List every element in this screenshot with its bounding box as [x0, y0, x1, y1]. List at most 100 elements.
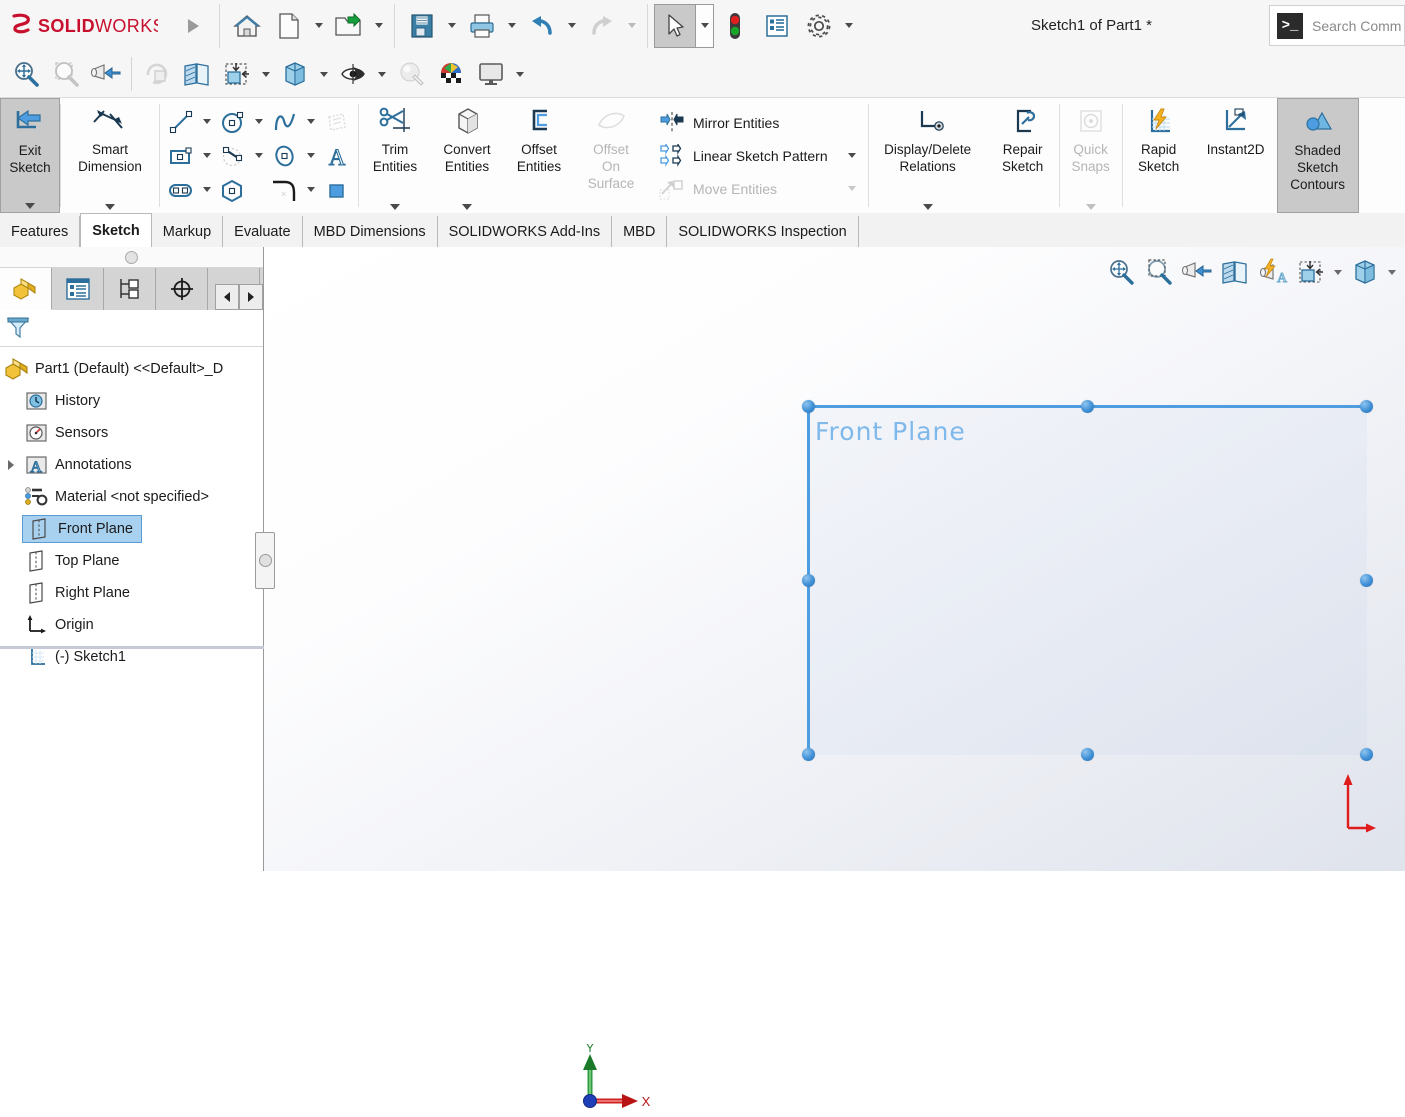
arc-caret[interactable]: [250, 139, 268, 173]
save-icon[interactable]: [401, 4, 443, 48]
convert-entities-button[interactable]: Convert Entities: [431, 98, 503, 213]
offset-entities-button[interactable]: Offset Entities: [503, 98, 575, 213]
text-icon[interactable]: A: [320, 139, 354, 173]
fillet-caret[interactable]: [302, 173, 320, 207]
viewport-caret[interactable]: [511, 52, 529, 96]
select-arrow-icon[interactable]: [654, 3, 696, 48]
front-plane-handle-top-left[interactable]: [802, 400, 815, 413]
tree-item-material[interactable]: Material <not specified>: [0, 481, 263, 513]
panel-grip-dot[interactable]: [125, 250, 138, 264]
front-plane-handle-bottom-center[interactable]: [1081, 748, 1094, 761]
viewport-icon[interactable]: [471, 53, 511, 95]
view-orientation-icon[interactable]: [217, 53, 257, 95]
circle-icon[interactable]: [216, 105, 250, 139]
zoom-to-area-icon[interactable]: [46, 53, 86, 95]
display-style-icon[interactable]: [1346, 252, 1384, 292]
shaded-sketch-contours-button[interactable]: Shaded Sketch Contours: [1276, 98, 1359, 213]
spline-icon[interactable]: [268, 105, 302, 139]
tab-evaluate[interactable]: Evaluate: [223, 216, 303, 247]
new-document-icon[interactable]: [268, 4, 310, 48]
configuration-manager-tab[interactable]: [104, 268, 156, 310]
panel-grip[interactable]: [0, 247, 263, 268]
polygon-icon[interactable]: [216, 173, 250, 207]
front-plane-handle-top-center[interactable]: [1081, 400, 1094, 413]
trim-entities-button[interactable]: Trim Entities: [359, 98, 431, 213]
search-input[interactable]: Search Comm: [1312, 18, 1401, 34]
tree-item-front-plane[interactable]: Front Plane: [0, 513, 263, 545]
tree-item-sensors[interactable]: Sensors: [0, 417, 263, 449]
display-delete-relations-dropdown[interactable]: [869, 204, 987, 210]
display-delete-relations-button[interactable]: Display/Delete Relations: [869, 98, 987, 213]
zoom-to-area-icon[interactable]: [1140, 252, 1178, 292]
hide-show-items-icon[interactable]: [333, 53, 373, 95]
rectangle-caret[interactable]: [198, 139, 216, 173]
tab-solidworks-add-ins[interactable]: SOLIDWORKS Add-Ins: [437, 216, 613, 247]
tree-item-top-plane[interactable]: Top Plane: [0, 545, 263, 577]
slot-icon[interactable]: [164, 173, 198, 207]
panel-tab-prev-button[interactable]: [215, 284, 239, 310]
trim-entities-dropdown[interactable]: [359, 204, 431, 210]
save-caret[interactable]: [443, 4, 461, 48]
display-style-icon[interactable]: [275, 53, 315, 95]
zoom-to-fit-icon[interactable]: [6, 53, 46, 95]
slot-caret[interactable]: [198, 173, 216, 207]
linear-sketch-pattern-button[interactable]: Linear Sketch Pattern: [657, 139, 862, 172]
display-style-caret[interactable]: [315, 52, 333, 96]
front-plane-handle-mid-left[interactable]: [802, 574, 815, 587]
rebuild-view-icon[interactable]: [137, 53, 177, 95]
tree-item-annotations[interactable]: A Annotations: [0, 449, 263, 481]
view-orientation-caret[interactable]: [1330, 252, 1346, 292]
instant2d-button[interactable]: Instant2D: [1195, 98, 1277, 213]
fillet-icon[interactable]: ×: [268, 173, 302, 207]
tree-splitter[interactable]: [0, 646, 264, 649]
print-icon[interactable]: [461, 4, 503, 48]
mirror-entities-button[interactable]: Mirror Entities: [657, 106, 862, 139]
rebuild-traffic-light-icon[interactable]: [714, 4, 756, 48]
view-settings-icon[interactable]: [431, 53, 471, 95]
tree-item-history[interactable]: History: [0, 385, 263, 417]
home-icon[interactable]: [226, 4, 268, 48]
property-manager-tab[interactable]: [52, 268, 104, 310]
tab-sketch[interactable]: Sketch: [80, 213, 152, 247]
tab-markup[interactable]: Markup: [151, 216, 224, 247]
repair-sketch-button[interactable]: Repair Sketch: [987, 98, 1059, 213]
tree-filter-bar[interactable]: [0, 310, 263, 347]
exit-sketch-button[interactable]: Exit Sketch: [0, 98, 60, 213]
filter-funnel-icon[interactable]: [5, 314, 31, 343]
expand-annotations-icon[interactable]: [0, 460, 22, 470]
front-plane-graphic[interactable]: Front Plane: [802, 400, 1373, 761]
circle-caret[interactable]: [250, 105, 268, 139]
tab-features[interactable]: Features: [0, 216, 81, 247]
view-orientation-caret[interactable]: [257, 52, 275, 96]
display-style-caret[interactable]: [1384, 252, 1400, 292]
front-plane-handle-bottom-left[interactable]: [802, 748, 815, 761]
print-caret[interactable]: [503, 4, 521, 48]
tree-item-right-plane[interactable]: Right Plane: [0, 577, 263, 609]
exit-sketch-dropdown[interactable]: [1, 203, 59, 209]
options-caret[interactable]: [840, 4, 858, 48]
tab-mbd-dimensions[interactable]: MBD Dimensions: [302, 216, 438, 247]
tab-solidworks-inspection[interactable]: SOLIDWORKS Inspection: [667, 216, 859, 247]
panel-tab-next-button[interactable]: [239, 284, 263, 310]
front-plane-handle-top-right[interactable]: [1360, 400, 1373, 413]
front-plane-handle-mid-right[interactable]: [1360, 574, 1373, 587]
file-properties-icon[interactable]: [756, 4, 798, 48]
previous-view-icon[interactable]: [1178, 252, 1216, 292]
rectangle-icon[interactable]: [164, 139, 198, 173]
open-folder-caret[interactable]: [370, 4, 388, 48]
hide-show-caret[interactable]: [373, 52, 391, 96]
section-view-icon[interactable]: [1216, 252, 1254, 292]
apply-scene-icon[interactable]: [391, 53, 431, 95]
smart-dimension-dropdown[interactable]: [61, 204, 159, 210]
ellipse-caret[interactable]: [302, 139, 320, 173]
search-commands-box[interactable]: >_ Search Comm: [1269, 5, 1405, 46]
previous-view-icon[interactable]: [86, 53, 126, 95]
line-icon[interactable]: [164, 105, 198, 139]
section-view-icon[interactable]: [177, 53, 217, 95]
new-document-caret[interactable]: [310, 4, 328, 48]
sketch-origin-marker[interactable]: [1342, 766, 1382, 839]
undo-icon[interactable]: [521, 4, 563, 48]
line-caret[interactable]: [198, 105, 216, 139]
redo-icon[interactable]: [581, 4, 623, 48]
options-gear-icon[interactable]: [798, 4, 840, 48]
